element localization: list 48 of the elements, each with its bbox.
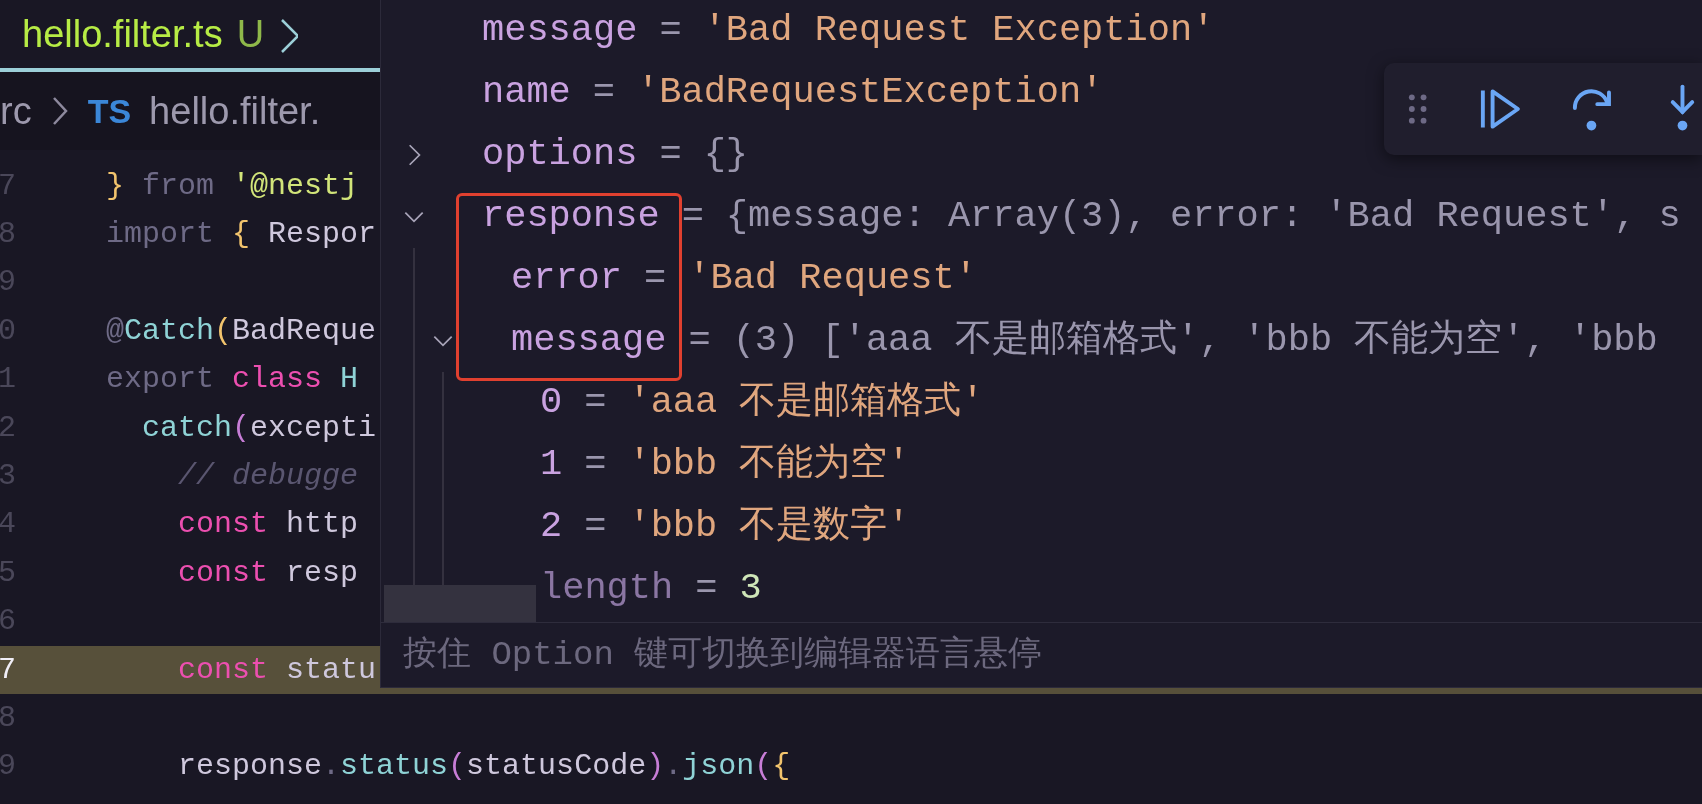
variable-value: 'Bad Request Exception' — [703, 8, 1215, 54]
variable-value: 'Bad Request' — [688, 256, 977, 302]
equals-sign: = — [584, 380, 607, 426]
code-line: } from '@nestj — [106, 167, 359, 205]
equals-sign: = — [681, 194, 704, 240]
code-line: catch(excepti — [141, 409, 377, 447]
variable-name: options — [482, 132, 638, 178]
equals-sign: = — [584, 504, 607, 550]
variable-name: 1 — [540, 442, 563, 488]
scrollbar-thumb[interactable] — [384, 585, 536, 622]
variable-name: name — [482, 70, 571, 116]
git-status: U — [236, 11, 265, 57]
variable-value: (3) ['aaa 不是邮箱格式', 'bbb 不能为空', 'bbb — [732, 318, 1658, 364]
equals-sign: = — [644, 256, 667, 302]
code-line: @Catch(BadReque — [106, 312, 377, 350]
code-line: const resp — [177, 554, 359, 592]
variable-name: error — [511, 256, 623, 302]
equals-sign: = — [584, 442, 607, 488]
variable-name: 0 — [540, 380, 563, 426]
breadcrumb-file[interactable]: hello.filter. — [149, 82, 321, 140]
variable-value: 'BadRequestException' — [637, 70, 1104, 116]
equals-sign: = — [695, 566, 718, 612]
equals-sign: = — [659, 132, 682, 178]
breadcrumb-folder[interactable]: rc — [0, 82, 32, 140]
variable-value: {} — [703, 132, 749, 178]
equals-sign: = — [592, 70, 616, 116]
variable-name: message — [482, 8, 638, 54]
equals-sign: = — [688, 318, 711, 364]
code-line: // debugge — [177, 458, 359, 496]
code-line: response.status(statusCode).json({ — [177, 748, 791, 786]
equals-sign: = — [659, 8, 682, 54]
variable-value: 'bbb 不是数字' — [628, 503, 910, 550]
line-number: 7 — [0, 651, 17, 689]
hover-hint: 按住 Option 键可切换到编辑器语言悬停 — [403, 634, 1043, 676]
variable-value: {message: Array(3), error: 'Bad Request', s — [725, 194, 1681, 240]
variable-value: 'bbb 不能为空' — [628, 442, 910, 488]
code-line: export class H — [106, 361, 359, 399]
variable-name: length — [540, 566, 674, 612]
code-line: import { Respor — [106, 216, 377, 254]
code-line: const http — [177, 506, 359, 544]
variable-name: 2 — [540, 504, 563, 550]
variable-value: 'aaa 不是邮箱格式' — [628, 380, 984, 426]
variable-value: 3 — [739, 566, 762, 612]
variable-name: message — [511, 318, 667, 364]
code-line: const statu — [177, 651, 377, 689]
variable-name: response — [482, 194, 660, 240]
typescript-file-icon: TS — [87, 85, 132, 137]
tab-title[interactable]: hello.filter.ts — [22, 5, 223, 63]
